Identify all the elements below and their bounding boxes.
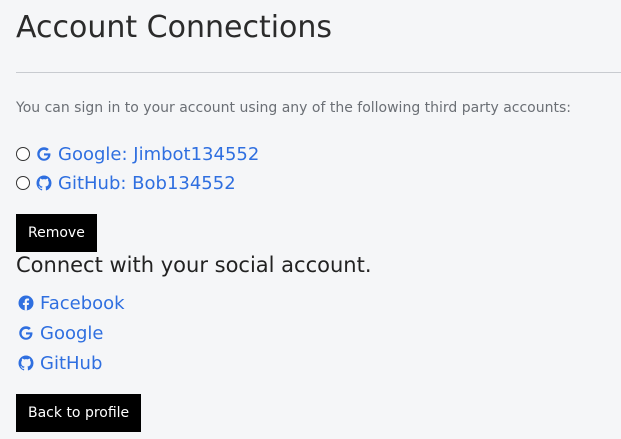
github-icon bbox=[34, 173, 54, 193]
facebook-icon bbox=[16, 293, 36, 313]
connection-item-google: Google: Jimbot134552 bbox=[16, 142, 259, 166]
intro-text: You can sign in to your account using an… bbox=[16, 100, 571, 116]
social-link-facebook[interactable]: Facebook bbox=[40, 293, 125, 314]
social-item-facebook: Facebook bbox=[16, 291, 125, 315]
connect-section-title: Connect with your social account. bbox=[16, 253, 372, 277]
google-icon bbox=[34, 144, 54, 164]
github-icon bbox=[16, 353, 36, 373]
google-icon bbox=[16, 323, 36, 343]
remove-button[interactable]: Remove bbox=[16, 214, 97, 252]
back-to-profile-button[interactable]: Back to profile bbox=[16, 394, 142, 432]
connection-radio-google[interactable] bbox=[16, 147, 30, 161]
connection-radio-github[interactable] bbox=[16, 176, 30, 190]
social-link-google[interactable]: Google bbox=[40, 323, 103, 344]
connection-item-github: GitHub: Bob134552 bbox=[16, 171, 236, 195]
social-link-github[interactable]: GitHub bbox=[40, 353, 102, 374]
social-item-google: Google bbox=[16, 321, 103, 345]
social-item-github: GitHub bbox=[16, 351, 102, 375]
connection-link-google[interactable]: Google: Jimbot134552 bbox=[58, 144, 259, 165]
connection-link-github[interactable]: GitHub: Bob134552 bbox=[58, 173, 236, 194]
page-title: Account Connections bbox=[16, 10, 333, 45]
account-connections-page: Account Connections You can sign in to y… bbox=[0, 0, 621, 439]
title-divider bbox=[16, 72, 621, 73]
